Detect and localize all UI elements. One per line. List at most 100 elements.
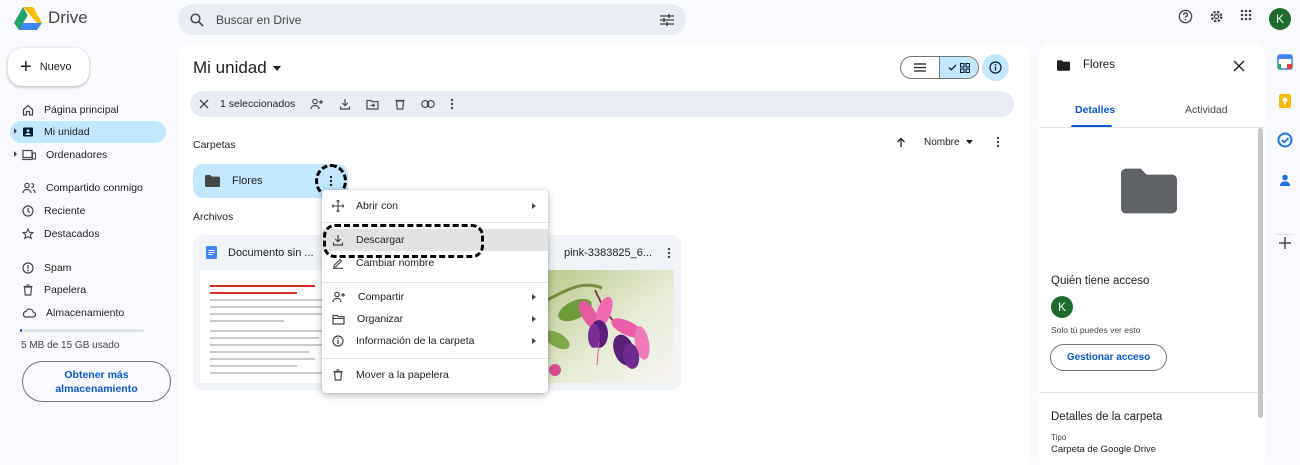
cloud-icon — [22, 308, 36, 318]
get-more-storage-button[interactable]: Obtener más almacenamiento — [22, 361, 171, 402]
submenu-arrow-icon — [532, 294, 536, 300]
home-icon — [22, 104, 34, 116]
file-card-image[interactable]: pink-3383825_6... — [540, 235, 681, 390]
nav-item-computers[interactable]: Ordenadores — [10, 144, 166, 166]
file-name: Documento sin ... — [228, 246, 314, 259]
contacts-app-icon[interactable] — [1277, 172, 1293, 188]
calendar-app-icon[interactable] — [1277, 54, 1293, 70]
nav-item-my-drive[interactable]: Mi unidad — [10, 121, 166, 143]
expand-caret-icon[interactable] — [14, 128, 17, 134]
new-button-label: Nuevo — [39, 61, 72, 73]
sort-label[interactable]: Nombre — [924, 137, 960, 148]
more-vert-icon[interactable] — [450, 98, 454, 110]
menu-item-label: Información de la carpeta — [356, 335, 475, 347]
computer-icon — [22, 149, 36, 161]
owner-avatar: K — [1051, 296, 1073, 318]
sort-direction-icon[interactable] — [896, 137, 906, 148]
menu-item-label: Compartir — [358, 291, 405, 303]
more-vert-icon[interactable] — [996, 136, 1000, 148]
menu-item-open-with[interactable]: Abrir con — [322, 195, 548, 217]
close-selection-icon[interactable] — [199, 99, 209, 109]
view-toggle[interactable] — [900, 56, 979, 79]
selection-toolbar: 1 seleccionados — [190, 91, 1014, 117]
folder-name: Flores — [232, 175, 263, 187]
grid-view-button[interactable] — [939, 57, 978, 78]
nav-item-label: Ordenadores — [46, 149, 108, 161]
download-icon[interactable] — [339, 98, 351, 110]
storage-usage-text: 5 MB de 15 GB usado — [21, 340, 120, 351]
files-heading: Archivos — [193, 211, 234, 223]
page-title-text: Mi unidad — [193, 58, 267, 77]
page-title[interactable]: Mi unidad — [193, 58, 281, 78]
nav-item-label: Papelera — [44, 284, 87, 296]
nav-item-recent[interactable]: Reciente — [10, 200, 166, 222]
share-person-icon[interactable] — [310, 98, 324, 110]
submenu-arrow-icon — [532, 203, 536, 209]
folder-details-title: Detalles de la carpeta — [1051, 411, 1163, 423]
spam-icon — [22, 262, 34, 274]
tab-activity[interactable]: Actividad — [1185, 104, 1228, 116]
sort-controls: Nombre — [896, 136, 1000, 148]
search-bar[interactable]: Buscar en Drive — [178, 4, 686, 35]
keep-app-icon[interactable] — [1277, 93, 1293, 109]
menu-item-share[interactable]: Compartir — [322, 286, 548, 308]
selection-count: 1 seleccionados — [220, 98, 296, 110]
list-view-button[interactable] — [901, 57, 939, 78]
nav-item-shared[interactable]: Compartido conmigo — [10, 177, 166, 199]
move-folder-icon[interactable] — [366, 99, 379, 110]
menu-item-label: Organizar — [357, 313, 404, 325]
file-card-header: pink-3383825_6... — [540, 235, 681, 270]
star-icon — [22, 228, 34, 240]
menu-divider — [322, 222, 548, 223]
search-options-icon[interactable] — [660, 13, 674, 26]
menu-item-organize[interactable]: Organizar — [322, 308, 548, 330]
more-vert-icon[interactable] — [667, 247, 671, 259]
file-name: pink-3383825_6... — [564, 246, 653, 259]
search-input[interactable]: Buscar en Drive — [216, 13, 648, 27]
close-icon[interactable] — [1233, 60, 1245, 72]
nav-item-trash[interactable]: Papelera — [10, 279, 166, 301]
apps-grid-icon[interactable] — [1240, 9, 1252, 21]
storage-bar-fill — [20, 329, 22, 332]
details-scrollbar[interactable] — [1258, 128, 1263, 418]
tasks-app-icon[interactable] — [1277, 132, 1293, 148]
search-icon[interactable] — [190, 12, 204, 27]
submenu-arrow-icon — [532, 338, 536, 344]
trash-icon[interactable] — [394, 98, 406, 110]
expand-caret-icon[interactable] — [14, 151, 17, 157]
nav-item-home[interactable]: Página principal — [10, 99, 166, 121]
type-value: Carpeta de Google Drive — [1051, 444, 1157, 455]
submenu-arrow-icon — [532, 316, 536, 322]
nav-item-label: Compartido conmigo — [46, 182, 143, 194]
nav-item-spam[interactable]: Spam — [10, 257, 166, 279]
access-note: Solo tú puedes ver esto — [1051, 325, 1141, 335]
organize-icon — [332, 314, 345, 325]
account-avatar[interactable]: K — [1269, 8, 1291, 30]
drive-logo[interactable]: Drive — [14, 6, 88, 30]
link-icon[interactable] — [421, 100, 436, 108]
drive-logo-icon — [14, 7, 42, 30]
manage-access-button[interactable]: Gestionar acceso — [1050, 344, 1167, 371]
menu-item-folder-info[interactable]: Información de la carpeta — [322, 330, 548, 352]
add-app-icon[interactable] — [1277, 235, 1293, 251]
grid-icon — [960, 62, 970, 73]
nav-item-label: Destacados — [44, 228, 100, 240]
folder-icon — [205, 175, 220, 187]
new-button[interactable]: + Nuevo — [8, 48, 89, 86]
menu-item-move-to-trash[interactable]: Mover a la papelera — [322, 364, 548, 386]
info-icon — [332, 335, 344, 347]
nav-item-label: Mi unidad — [44, 126, 90, 138]
help-icon[interactable] — [1178, 9, 1193, 24]
settings-icon[interactable] — [1209, 9, 1224, 24]
sort-dropdown-icon[interactable] — [965, 140, 973, 144]
list-icon — [914, 63, 926, 72]
nav-item-starred[interactable]: Destacados — [10, 223, 166, 245]
tab-details[interactable]: Detalles — [1075, 104, 1115, 116]
menu-item-label: Mover a la papelera — [356, 369, 449, 381]
details-title: Flores — [1083, 59, 1115, 71]
details-info-button[interactable] — [982, 54, 1009, 81]
app-name: Drive — [48, 8, 88, 27]
large-folder-icon — [1121, 168, 1177, 214]
open-with-icon — [332, 200, 344, 212]
nav-item-storage[interactable]: Almacenamiento — [10, 302, 166, 324]
